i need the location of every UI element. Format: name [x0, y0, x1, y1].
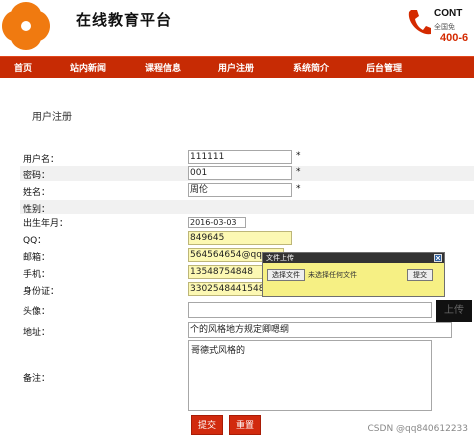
nav-item-register[interactable]: 用户注册 [218, 61, 254, 74]
form-row-avatar: 头像： 上传 [20, 300, 474, 322]
form-row-remarks: 备注： 哥德式风格的 [20, 340, 474, 413]
password-input[interactable]: 001 [188, 166, 292, 180]
qq-input[interactable]: 849645 [188, 231, 292, 245]
qq-label: QQ： [23, 236, 47, 246]
remarks-label: 备注： [23, 374, 51, 384]
username-input[interactable]: 111111 [188, 150, 292, 164]
form-row-gender: 性别： [20, 200, 474, 215]
avatar-label: 头像： [23, 307, 51, 317]
upload-button[interactable]: 上传 [436, 300, 472, 322]
site-header: 在线教育平台 CONT 全国免 400-6 [0, 0, 474, 56]
reset-button[interactable]: 重置 [229, 415, 261, 435]
main-nav: 首页 站内新闻 课程信息 用户注册 系统简介 后台管理 [0, 56, 474, 78]
watermark: CSDN @qq840612233 [367, 424, 468, 434]
page-title: 用户注册 [32, 112, 72, 123]
required-mark: * [296, 184, 301, 194]
nav-item-admin[interactable]: 后台管理 [366, 61, 402, 74]
nav-item-about[interactable]: 系统简介 [293, 61, 329, 74]
dialog-submit-button[interactable]: 提交 [407, 269, 433, 281]
form-row-password: 密码： 001 * [20, 166, 474, 181]
gender-label: 性别： [23, 205, 51, 215]
form-row-address: 地址： 个的风格地方规定卿嗯纲 [20, 322, 474, 338]
contact-phone: 400-6 [440, 32, 469, 44]
password-label: 密码： [23, 171, 51, 181]
username-label: 用户名： [23, 155, 60, 165]
phone-label: 手机： [23, 270, 51, 280]
form-row-username: 用户名： 111111 * [20, 150, 474, 165]
site-title: 在线教育平台 [76, 11, 173, 29]
no-file-text: 未选择任何文件 [308, 271, 357, 279]
birthday-label: 出生年月： [23, 219, 69, 229]
avatar-input[interactable] [188, 302, 432, 318]
email-label: 邮箱： [23, 253, 51, 263]
form-row-name: 姓名： 周伦 * [20, 183, 474, 198]
address-input[interactable]: 个的风格地方规定卿嗯纲 [188, 322, 452, 338]
name-label: 姓名： [23, 188, 51, 198]
form-row-qq: QQ： 849645 [20, 231, 474, 246]
form-row-birthday: 出生年月： 2016-03-03 [20, 215, 474, 229]
required-mark: * [296, 151, 301, 161]
birthday-input[interactable]: 2016-03-03 [188, 217, 246, 228]
remarks-textarea[interactable]: 哥德式风格的 [188, 340, 432, 411]
submit-button[interactable]: 提交 [191, 415, 223, 435]
phone-icon [408, 10, 431, 35]
nav-item-home[interactable]: 首页 [14, 61, 32, 74]
contact-subtitle: 全国免 [434, 23, 455, 31]
address-label: 地址： [23, 328, 51, 338]
name-input[interactable]: 周伦 [188, 183, 292, 197]
dialog-titlebar[interactable]: 文件上传 [263, 253, 444, 263]
id-card-label: 身份证： [23, 287, 60, 297]
file-upload-dialog: 文件上传 选择文件 未选择任何文件 提交 [262, 252, 445, 297]
contact-title: CONT [434, 8, 463, 19]
dialog-title: 文件上传 [266, 254, 294, 262]
choose-file-button[interactable]: 选择文件 [267, 269, 305, 281]
nav-item-news[interactable]: 站内新闻 [70, 61, 106, 74]
nav-item-courses[interactable]: 课程信息 [145, 61, 181, 74]
close-icon[interactable] [434, 254, 442, 262]
site-logo-icon[interactable] [0, 0, 52, 52]
required-mark: * [296, 167, 301, 177]
